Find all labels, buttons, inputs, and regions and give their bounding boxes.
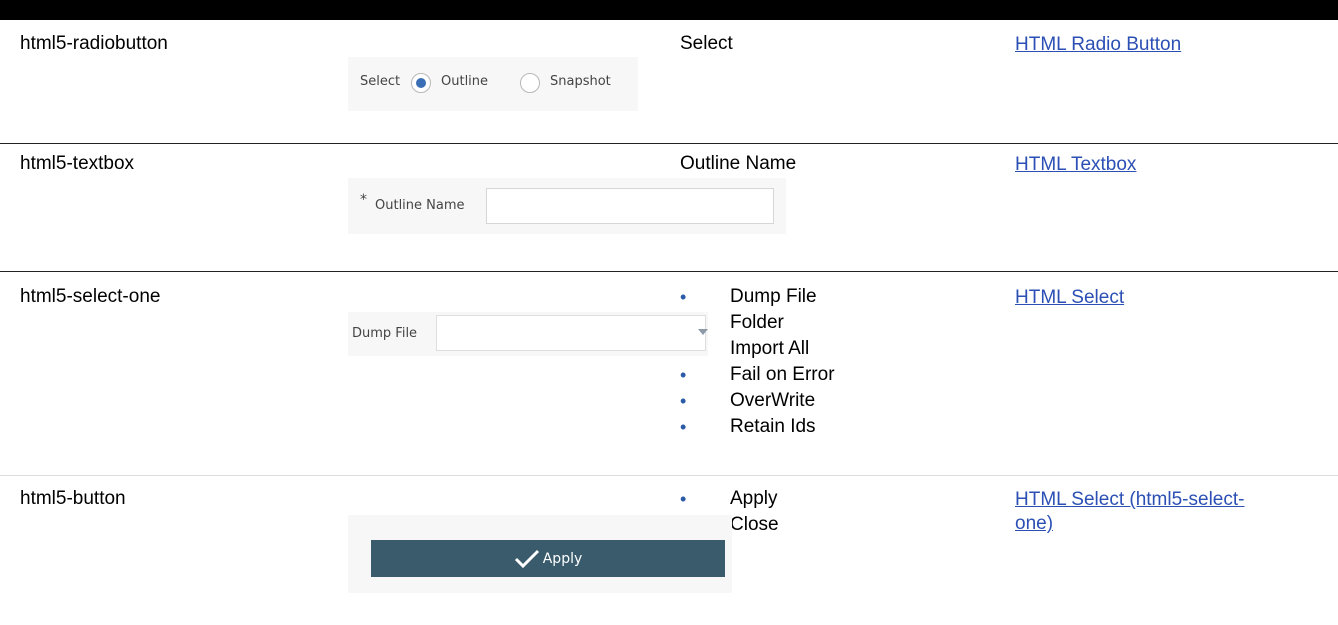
radio-group-label: Select bbox=[360, 74, 401, 89]
bullet-icon: • bbox=[680, 391, 687, 411]
dump-file-select[interactable] bbox=[436, 315, 706, 351]
checkmark-icon bbox=[514, 549, 539, 568]
component-name: html5-textbox bbox=[20, 153, 135, 174]
apply-button-label: Apply bbox=[542, 550, 583, 567]
doc-link-cell: HTML Select (html5-select-one) bbox=[1015, 488, 1335, 536]
textbox-snapshot: * Outline Name bbox=[348, 178, 786, 234]
html-radio-button-link[interactable]: HTML Radio Button bbox=[1015, 34, 1181, 55]
radio-snapshot-option[interactable] bbox=[520, 73, 540, 93]
html-select-link[interactable]: HTML Select bbox=[1015, 287, 1124, 308]
label-text: Outline Name bbox=[680, 153, 797, 174]
bullet-icon: • bbox=[680, 287, 687, 307]
required-marker: * bbox=[360, 192, 367, 208]
radio-outline[interactable] bbox=[411, 73, 431, 93]
doc-link-cell: HTML Radio Button bbox=[1015, 33, 1181, 57]
apply-button[interactable]: Apply bbox=[371, 540, 725, 577]
bullet-icon: • bbox=[680, 489, 687, 509]
row-divider bbox=[0, 475, 1338, 476]
outline-name-input[interactable] bbox=[486, 188, 774, 224]
chevron-down-icon[interactable] bbox=[698, 329, 708, 335]
label-text: Select bbox=[680, 33, 733, 54]
label-list: •Dump File •Folder •Import All •Fail on … bbox=[680, 284, 835, 440]
doc-link-cell: HTML Textbox bbox=[1015, 153, 1136, 177]
radio-snapshot-label: Snapshot bbox=[550, 74, 611, 89]
component-name: html5-button bbox=[20, 488, 126, 509]
list-item: • Retain Ids bbox=[680, 414, 835, 440]
html-select-html5-select-one-link[interactable]: HTML Select (html5-select-one) bbox=[1015, 489, 1244, 534]
row-divider bbox=[0, 143, 1338, 144]
list-item: • Dump File bbox=[680, 284, 835, 310]
table-top-border bbox=[0, 0, 1338, 20]
bullet-icon: • bbox=[680, 365, 687, 385]
doc-link-cell: HTML Select bbox=[1015, 286, 1124, 310]
row-divider bbox=[0, 271, 1338, 272]
list-item: • Apply bbox=[680, 486, 779, 512]
list-item: • OverWrite bbox=[680, 388, 835, 414]
radio-outline-label: Outline bbox=[441, 74, 489, 89]
bullet-icon: • bbox=[680, 417, 687, 437]
component-name: html5-radiobutton bbox=[20, 33, 168, 54]
radio-snapshot: Select Outline Snapshot bbox=[348, 57, 638, 111]
textbox-label: Outline Name bbox=[375, 198, 465, 213]
html-textbox-link[interactable]: HTML Textbox bbox=[1015, 154, 1136, 175]
select-label: Dump File bbox=[352, 326, 418, 341]
list-item: • Fail on Error bbox=[680, 362, 835, 388]
select-snapshot: Dump File bbox=[348, 312, 708, 356]
component-name: html5-select-one bbox=[20, 286, 161, 307]
